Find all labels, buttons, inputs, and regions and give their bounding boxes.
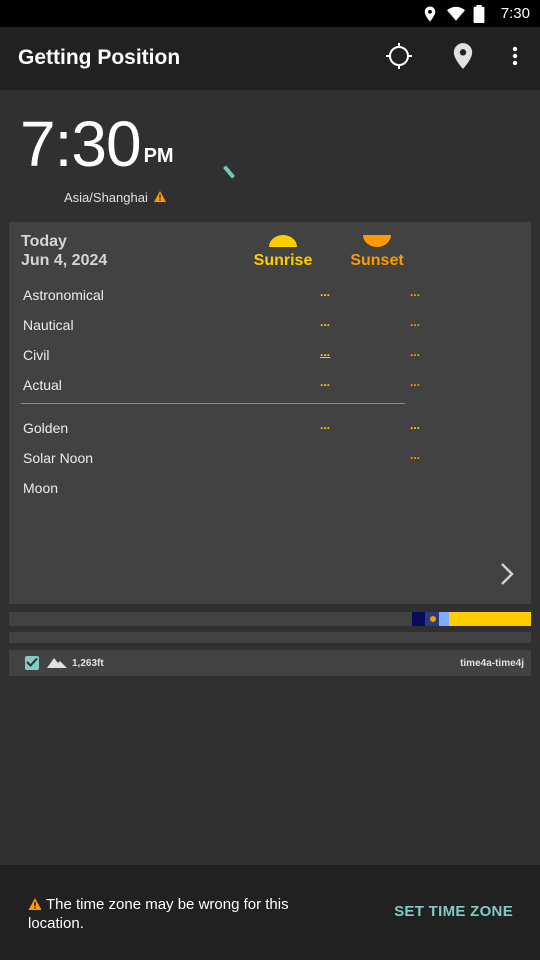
more-vert-icon [512, 46, 518, 71]
civil-sunset[interactable]: ... [410, 345, 420, 359]
date-label: Jun 4, 2024 [21, 252, 108, 269]
altitude-label: 1,263ft [72, 658, 104, 669]
snackbar-text: The time zone may be wrong for this loca… [28, 896, 289, 932]
nautical-sunrise[interactable]: ... [320, 315, 330, 329]
row-label: Nautical [23, 317, 74, 333]
battery-icon [473, 4, 491, 23]
row-nautical: Nautical ... ... [23, 315, 423, 335]
snackbar: The time zone may be wrong for this loca… [0, 865, 540, 960]
wifi-icon [446, 5, 465, 23]
sunset-icon [363, 234, 391, 247]
row-label: Solar Noon [23, 450, 94, 466]
timezone-label: Asia/Shanghai [64, 190, 148, 205]
mountain-icon [47, 656, 67, 668]
check-icon [26, 657, 38, 670]
clock[interactable]: 7:30 PM [20, 108, 174, 180]
altitude-checkbox[interactable] [25, 656, 39, 670]
civil-sunrise[interactable]: ... [320, 345, 330, 359]
app-title: Getting Position [18, 46, 181, 69]
chevron-right-icon [500, 562, 514, 591]
overflow-menu-button[interactable] [498, 41, 532, 75]
nautical-sunset[interactable]: ... [410, 315, 420, 329]
status-time: 7:30 [500, 5, 530, 22]
clock-time: 7:30 [20, 108, 142, 180]
row-moon: Moon [23, 478, 423, 498]
sunset-header: Sunset [341, 234, 413, 270]
row-solar-noon: Solar Noon ... [23, 448, 423, 468]
data-source-label: time4a-time4j [460, 658, 524, 669]
sun-times-card[interactable]: Today Jun 4, 2024 Sunrise Sunset Astrono… [9, 222, 531, 604]
current-time-marker [430, 616, 436, 622]
row-label: Actual [23, 377, 62, 393]
row-civil: Civil ... ... [23, 345, 423, 365]
row-golden: Golden ... ... [23, 418, 423, 438]
crosshair-icon [385, 42, 413, 75]
location-button[interactable] [446, 41, 480, 75]
snackbar-message: The time zone may be wrong for this loca… [28, 895, 348, 933]
astronomical-sunset[interactable]: ... [410, 285, 420, 299]
row-label: Moon [23, 480, 59, 496]
night-segment [412, 612, 425, 626]
clock-ampm: PM [143, 145, 174, 167]
golden-sunrise[interactable]: ... [320, 418, 330, 432]
sunrise-header: Sunrise [247, 234, 319, 270]
set-time-zone-button[interactable]: SET TIME ZONE [394, 903, 513, 920]
actual-sunset[interactable]: ... [410, 375, 420, 389]
moon-graph[interactable] [9, 632, 531, 643]
sunrise-label: Sunrise [253, 252, 313, 269]
next-button[interactable] [497, 562, 517, 590]
app-bar: Getting Position [0, 27, 540, 90]
map-pin-icon [452, 42, 474, 75]
progress-indicator [222, 165, 236, 179]
astronomical-sunrise[interactable]: ... [320, 285, 330, 299]
daylight-graph[interactable] [9, 612, 531, 626]
row-label: Golden [23, 420, 69, 436]
warning-icon [153, 190, 166, 205]
day-segment [449, 612, 531, 626]
warning-icon [28, 896, 42, 910]
sunrise-icon [269, 234, 297, 247]
sunset-label: Sunset [350, 252, 404, 269]
row-label: Astronomical [23, 287, 104, 303]
solar-noon-value[interactable]: ... [410, 448, 420, 462]
location-icon [421, 5, 439, 23]
today-label: Today [21, 233, 67, 250]
actual-sunrise[interactable]: ... [320, 375, 330, 389]
status-bar: 7:30 [0, 0, 540, 27]
golden-sunset[interactable]: ... [410, 418, 420, 432]
row-label: Civil [23, 347, 50, 363]
divider [21, 403, 405, 404]
info-row: 1,263ft time4a-time4j [9, 650, 531, 676]
timezone-row[interactable]: Asia/Shanghai [64, 190, 166, 205]
locate-button[interactable] [382, 41, 416, 75]
twilight-segment [439, 612, 449, 626]
row-actual: Actual ... ... [23, 375, 423, 395]
row-astronomical: Astronomical ... ... [23, 285, 423, 305]
